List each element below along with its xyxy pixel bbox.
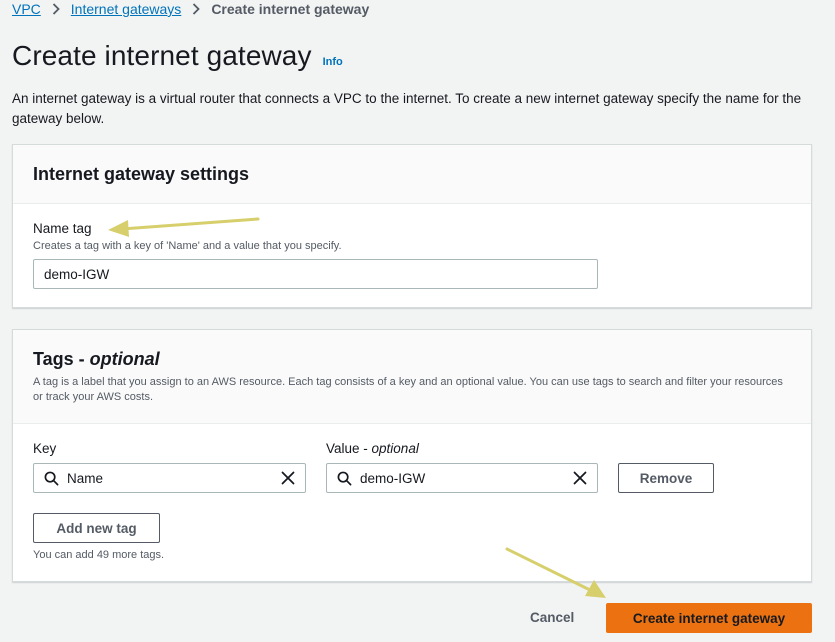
chevron-right-icon [52,3,60,15]
name-tag-input[interactable]: demo-IGW [33,259,598,289]
cancel-button[interactable]: Cancel [530,610,574,625]
tags-remaining-hint: You can add 49 more tags. [33,549,165,561]
tags-description: A tag is a label that you assign to an A… [33,376,783,403]
value-label: Value - optional [326,441,419,456]
name-tag-label: Name tag [33,221,92,236]
page-description: An internet gateway is a virtual router … [12,91,802,126]
search-icon [44,471,59,486]
panel-title: Tags - optional [33,349,160,369]
tag-key-input[interactable]: Name [33,463,306,493]
tag-key-value: Name [67,470,104,486]
tag-value-value: demo-IGW [360,470,426,486]
clear-icon[interactable] [573,471,587,485]
page-header: Create internet gateway Info [12,40,343,72]
info-link[interactable]: Info [323,56,343,68]
name-tag-hint: Creates a tag with a key of 'Name' and a… [33,240,342,252]
search-icon [337,471,352,486]
breadcrumb: VPC Internet gateways Create internet ga… [12,0,369,18]
breadcrumb-vpc-link[interactable]: VPC [12,1,41,17]
breadcrumb-internet-gateways-link[interactable]: Internet gateways [71,1,182,17]
page-title: Create internet gateway [12,40,312,71]
key-label: Key [33,441,57,456]
clear-icon[interactable] [281,471,295,485]
breadcrumb-current: Create internet gateway [211,1,370,17]
tags-panel: Tags - optional A tag is a label that yo… [12,329,812,582]
add-new-tag-button[interactable]: Add new tag [33,513,160,543]
panel-title: Internet gateway settings [33,164,250,184]
internet-gateway-settings-panel: Internet gateway settings Name tag Creat… [12,144,812,308]
create-internet-gateway-button[interactable]: Create internet gateway [606,603,812,633]
remove-tag-button[interactable]: Remove [618,463,714,493]
name-tag-value: demo-IGW [44,266,110,282]
chevron-right-icon [192,3,201,15]
tag-value-input[interactable]: demo-IGW [326,463,598,493]
